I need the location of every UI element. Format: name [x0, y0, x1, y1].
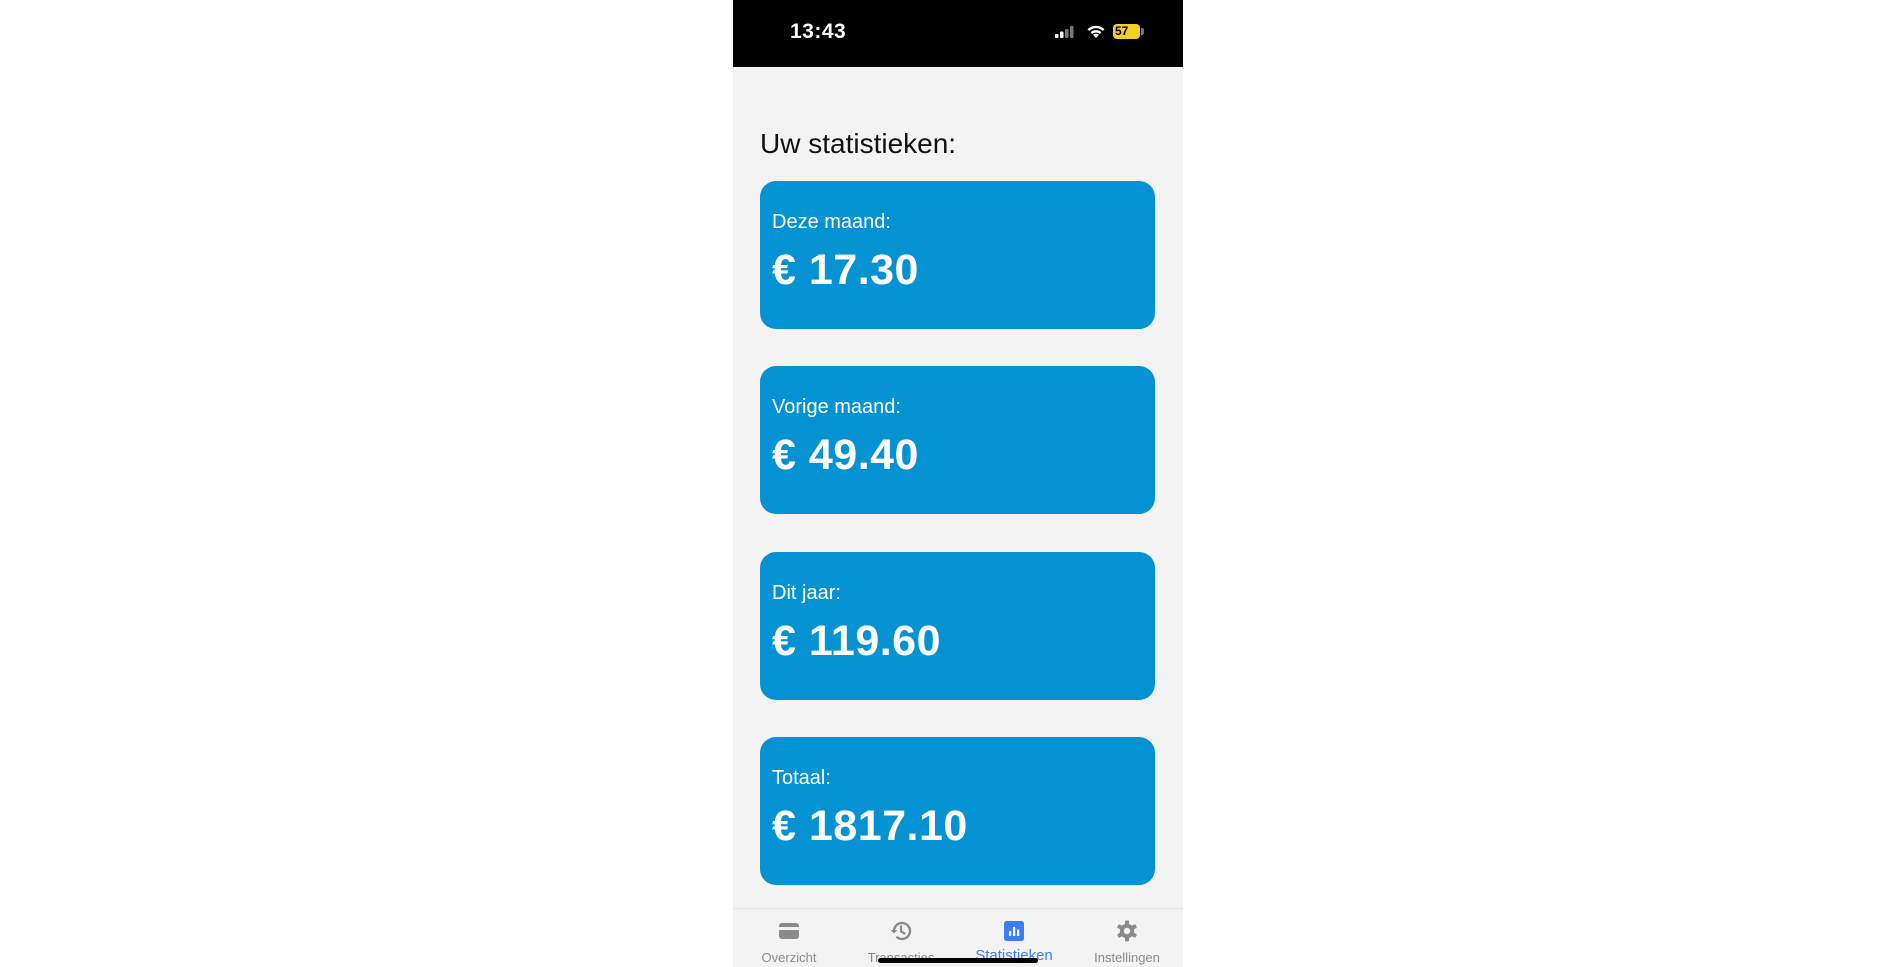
stat-card-last-month: Vorige maand: € 49.40	[760, 366, 1155, 514]
stat-card-value: € 119.60	[772, 617, 942, 665]
stat-card-value: € 17.30	[772, 246, 919, 294]
stat-card-this-month: Deze maand: € 17.30	[760, 181, 1155, 329]
stat-card-label: Vorige maand:	[772, 396, 901, 418]
stat-card-value: € 49.40	[772, 431, 919, 479]
stat-card-label: Dit jaar:	[772, 582, 841, 604]
battery-icon: 57	[1113, 24, 1140, 39]
gear-icon	[1117, 920, 1137, 942]
bar-chart-icon	[1004, 921, 1024, 941]
stat-card-total: Totaal: € 1817.10	[760, 737, 1155, 885]
tab-overzicht[interactable]: Overzicht	[733, 909, 845, 967]
phone-screen: 13:43 57 Uw statistieken: Deze maand: € …	[733, 0, 1183, 967]
status-time: 13:43	[790, 20, 847, 43]
page-title: Uw statistieken:	[760, 128, 957, 159]
stat-card-value: € 1817.10	[772, 802, 968, 850]
cellular-signal-icon	[1055, 26, 1074, 38]
wifi-icon	[1087, 25, 1105, 38]
home-indicator	[878, 958, 1038, 963]
wallet-icon	[779, 923, 799, 939]
tab-label: Instellingen	[1094, 950, 1160, 965]
tab-instellingen[interactable]: Instellingen	[1071, 909, 1183, 967]
battery-tip	[1141, 28, 1144, 35]
history-icon	[890, 921, 912, 941]
stat-card-this-year: Dit jaar: € 119.60	[760, 552, 1155, 700]
tab-label: Overzicht	[761, 950, 817, 965]
status-bar: 13:43 57	[733, 0, 1183, 67]
stat-card-label: Totaal:	[772, 767, 831, 789]
stat-card-label: Deze maand:	[772, 211, 891, 233]
